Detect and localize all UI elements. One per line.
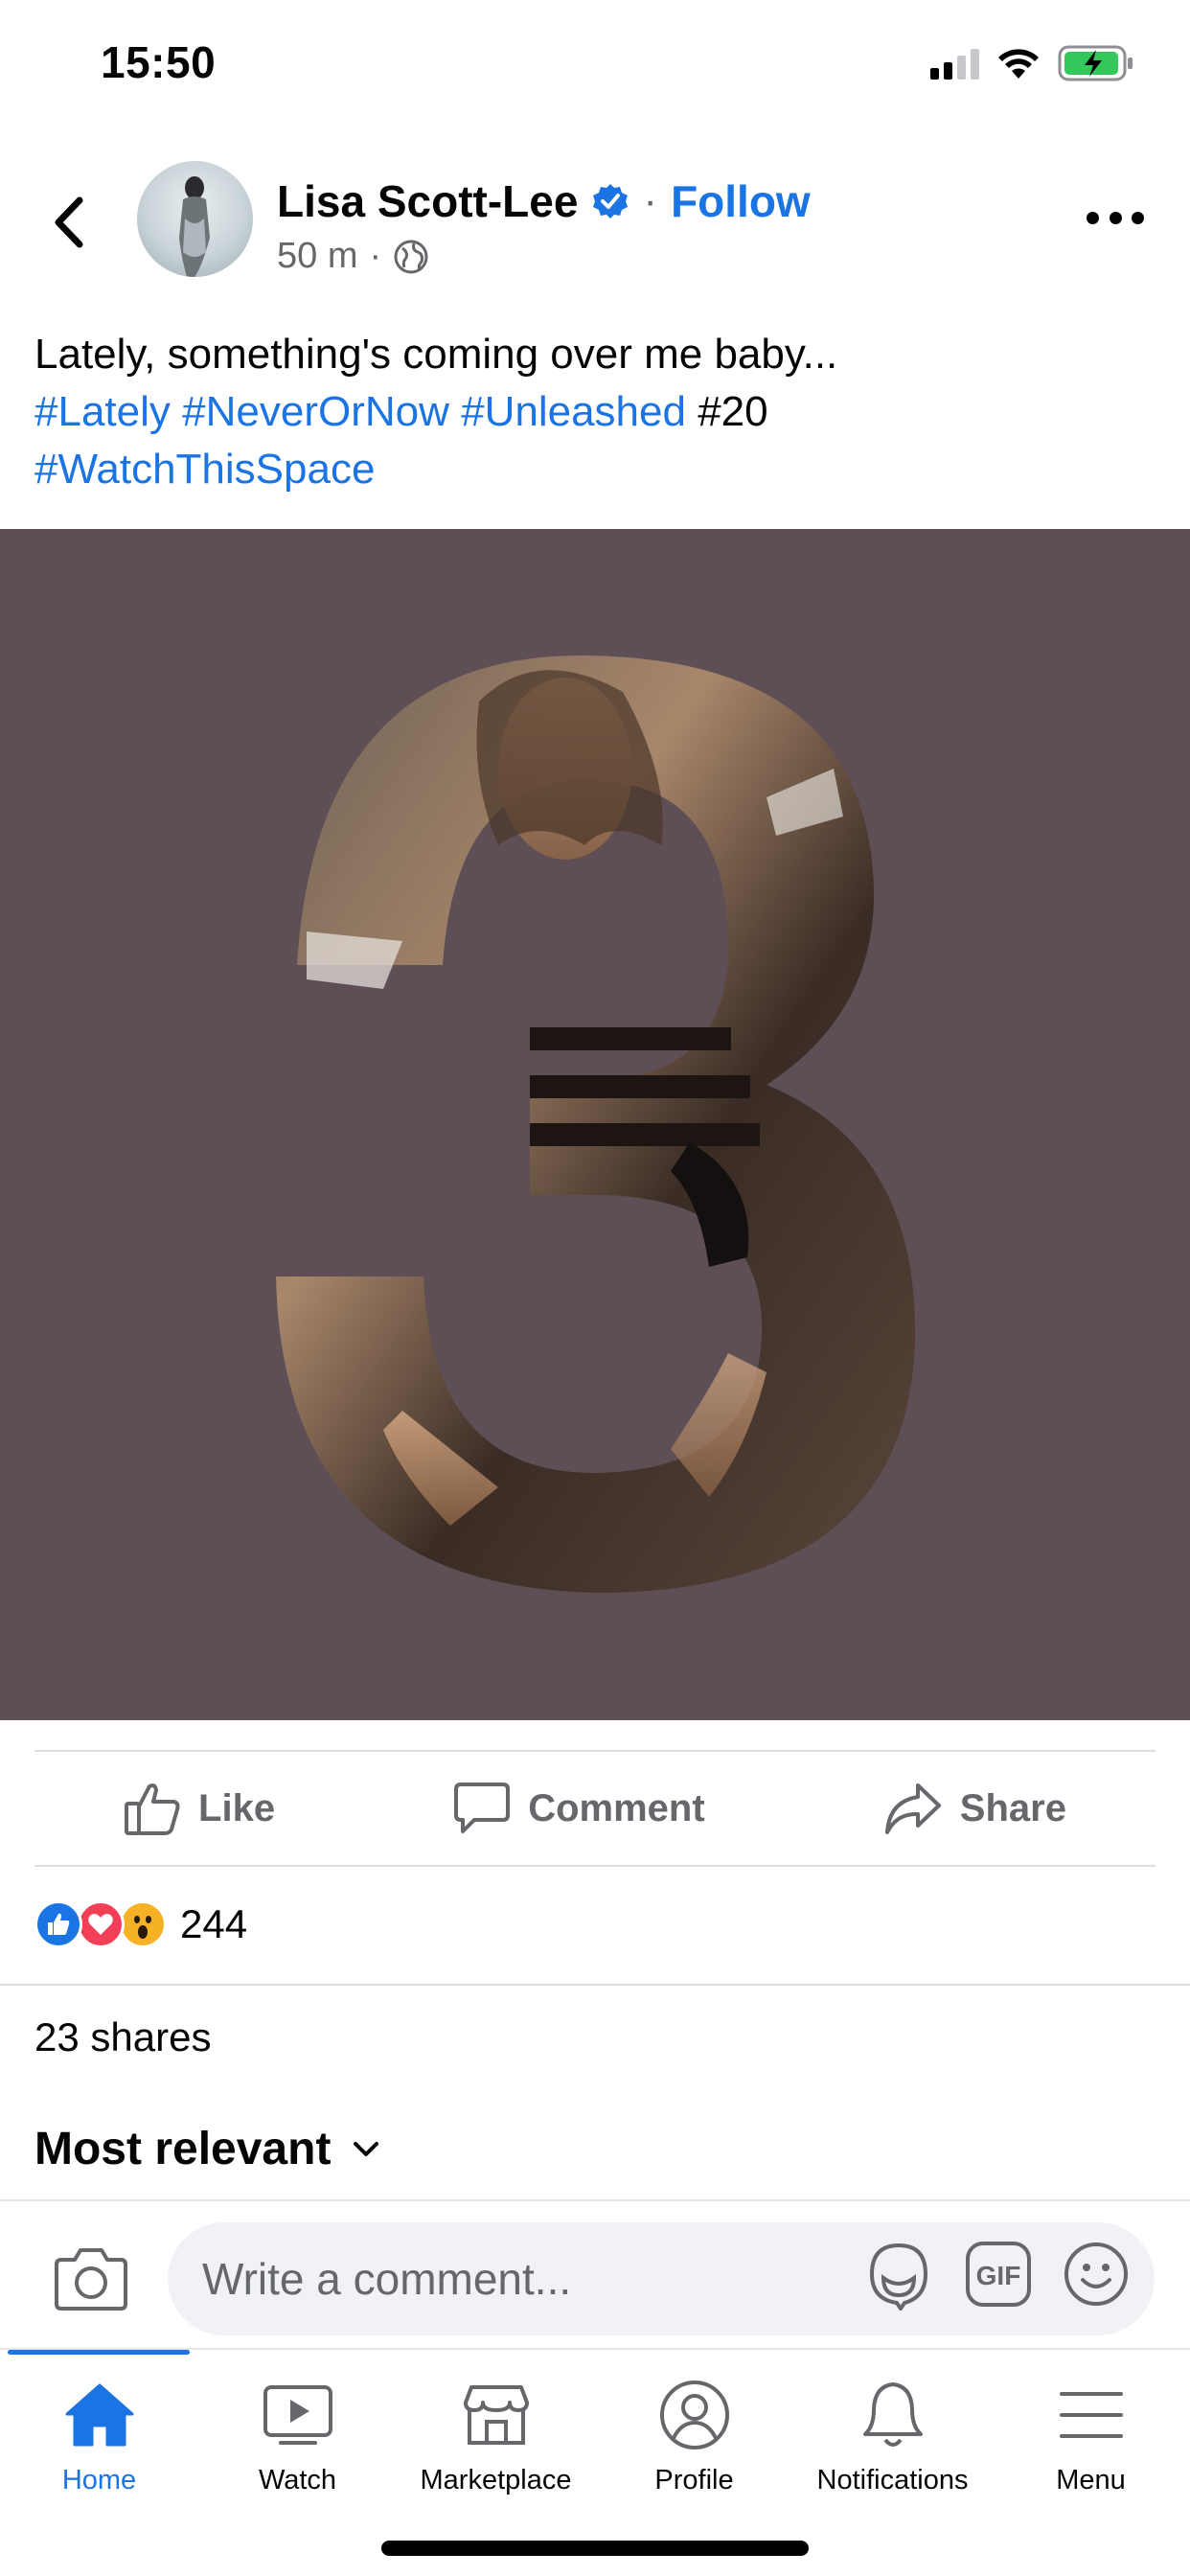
shares-count[interactable]: 23 shares	[34, 2014, 211, 2060]
globe-icon	[394, 240, 428, 273]
verified-badge-icon	[593, 184, 629, 218]
share-button[interactable]: Share	[883, 1781, 1066, 1836]
back-arrow-icon	[55, 196, 83, 248]
gif-icon[interactable]: GIF	[964, 2240, 1033, 2309]
svg-text:GIF: GIF	[976, 2261, 1021, 2290]
separator-dot: ·	[643, 177, 658, 224]
post-time[interactable]: 50 m	[277, 236, 357, 277]
hashtag-link[interactable]: #WatchThisSpace	[34, 446, 375, 493]
post-text: Lately, something's coming over me baby.…	[34, 326, 1156, 498]
nav-menu[interactable]: Menu	[992, 2377, 1190, 2496]
marketplace-icon	[458, 2377, 535, 2453]
post-hashtags: #Lately #NeverOrNow #Unleashed #20	[34, 383, 1156, 441]
post-actions: Like Comment Share	[34, 1752, 1156, 1865]
like-button[interactable]: Like	[124, 1781, 275, 1836]
comment-label: Comment	[528, 1786, 705, 1829]
bell-icon	[855, 2377, 931, 2453]
nav-label: Watch	[258, 2465, 337, 2496]
nav-home[interactable]: Home	[0, 2377, 198, 2496]
like-reaction-icon	[34, 1900, 82, 1948]
author-row: Lisa Scott-Lee · Follow	[277, 174, 811, 228]
post-text-line: Lately, something's coming over me baby.…	[34, 331, 838, 378]
post-meta: 50 m ·	[277, 236, 429, 277]
menu-icon	[1053, 2377, 1130, 2453]
nav-label: Home	[61, 2465, 137, 2496]
comment-bubble-icon	[454, 1782, 511, 1833]
profile-icon	[656, 2377, 733, 2453]
author-name[interactable]: Lisa Scott-Lee	[277, 175, 578, 227]
battery-charging-icon	[1058, 45, 1133, 81]
more-options-button[interactable]	[1087, 203, 1144, 232]
hashtag-link[interactable]: #Unleashed	[461, 388, 686, 435]
love-reaction-icon	[77, 1900, 125, 1948]
author-avatar[interactable]	[137, 161, 253, 277]
hashtag-link[interactable]: #Lately	[34, 388, 171, 435]
emoji-icon[interactable]	[1062, 2240, 1131, 2309]
divider	[34, 1865, 1156, 1867]
nav-label: Notifications	[816, 2465, 969, 2496]
active-tab-indicator	[8, 2350, 190, 2355]
camera-button[interactable]	[54, 2244, 128, 2312]
post-header: Lisa Scott-Lee · Follow 50 m ·	[0, 153, 1190, 288]
reaction-count: 244	[180, 1901, 248, 1946]
wow-reaction-icon	[119, 1900, 167, 1948]
nav-profile[interactable]: Profile	[595, 2377, 793, 2496]
camera-icon	[55, 2248, 127, 2311]
watch-icon	[260, 2377, 336, 2453]
nav-marketplace[interactable]: Marketplace	[397, 2377, 595, 2496]
home-icon	[61, 2377, 138, 2453]
status-icons	[930, 42, 1134, 84]
hashtag-link[interactable]: #NeverOrNow	[182, 388, 449, 435]
avatar-figure	[179, 176, 210, 277]
avatar-sticker-icon[interactable]	[862, 2238, 935, 2311]
reactions-summary[interactable]: 244	[34, 1898, 247, 1951]
back-button[interactable]	[44, 194, 92, 251]
share-arrow-icon	[884, 1783, 941, 1834]
status-bar: 15:50	[0, 0, 1190, 134]
number-three-graphic	[276, 655, 916, 1593]
comment-button[interactable]: Comment	[453, 1781, 705, 1836]
nav-label: Profile	[654, 2465, 734, 2496]
comment-composer: Write a comment... GIF	[0, 2199, 1190, 2348]
nav-label: Marketplace	[420, 2465, 572, 2496]
home-indicator[interactable]	[381, 2541, 809, 2556]
chevron-down-icon	[354, 2141, 379, 2156]
cellular-signal-icon	[930, 47, 979, 80]
comment-input-icons: GIF	[862, 2238, 1131, 2311]
comment-sort-dropdown[interactable]: Most relevant	[34, 2123, 380, 2175]
like-label: Like	[198, 1786, 276, 1829]
status-time: 15:50	[101, 37, 217, 87]
nav-watch[interactable]: Watch	[198, 2377, 397, 2496]
separator-dot: ·	[369, 236, 382, 276]
nav-notifications[interactable]: Notifications	[793, 2377, 992, 2496]
sort-label: Most relevant	[34, 2124, 332, 2174]
comment-placeholder: Write a comment...	[202, 2254, 572, 2304]
wifi-icon	[998, 49, 1039, 79]
divider	[0, 1984, 1190, 1986]
follow-button[interactable]: Follow	[671, 175, 811, 227]
share-label: Share	[959, 1786, 1066, 1829]
plain-tag: #20	[698, 388, 768, 435]
thumbs-up-icon	[125, 1783, 180, 1835]
post-image[interactable]	[0, 529, 1190, 1720]
nav-label: Menu	[1056, 2465, 1126, 2496]
